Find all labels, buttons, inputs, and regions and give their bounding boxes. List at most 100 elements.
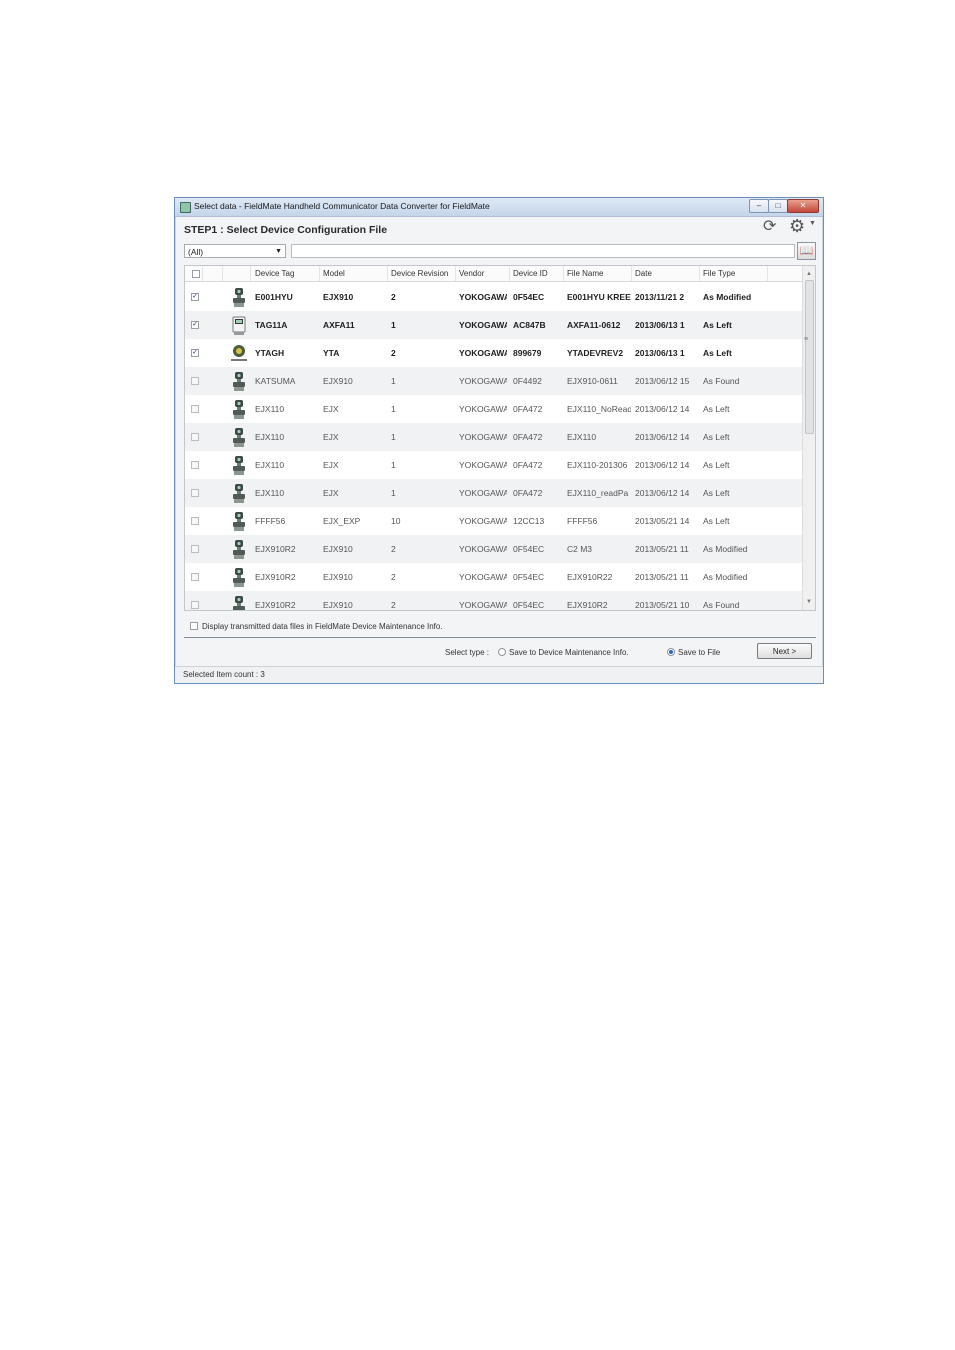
row-checkbox[interactable] [191, 573, 199, 581]
cell-rev: 2 [391, 292, 396, 302]
table-row[interactable]: FFFF56 EJX_EXP 10 YOKOGAWA 12CC13 FFFF56 2013/… [185, 507, 804, 535]
display-transmitted-checkbox[interactable] [190, 621, 198, 630]
transmitter-icon [231, 399, 247, 420]
row-checkbox[interactable] [191, 461, 199, 469]
cell-vendor: YOKOGAWA [459, 488, 507, 498]
cell-vendor: YOKOGAWA [459, 376, 507, 386]
selected-item-count: Selected Item count : 3 [183, 670, 265, 679]
row-checkbox[interactable] [191, 517, 199, 525]
cell-tag: EJX110 [255, 488, 285, 498]
cell-tag: KATSUMA [255, 376, 296, 386]
scroll-thumb[interactable] [805, 280, 814, 434]
chevron-down-icon[interactable]: ▼ [809, 220, 816, 227]
table-row[interactable]: EJX110 EJX 1 YOKOGAWA 0FA472 EJX110_readPa 201… [185, 479, 804, 507]
col-vendor[interactable]: Vendor [456, 266, 510, 281]
table-row[interactable]: EJX110 EJX 1 YOKOGAWA 0FA472 EJX110_NoRead 201… [185, 395, 804, 423]
row-checkbox[interactable] [191, 377, 199, 385]
table-row[interactable]: EJX110 EJX 1 YOKOGAWA 0FA472 EJX110 2013/06/12… [185, 423, 804, 451]
cell-date: 2013/05/21 10 [635, 600, 690, 610]
minimize-button[interactable]: – [749, 199, 769, 213]
cell-tag: EJX910R2 [255, 572, 296, 582]
cell-model: EJX [323, 460, 339, 470]
close-button[interactable]: ✕ [787, 199, 819, 213]
row-checkbox[interactable] [191, 545, 199, 553]
refresh-icon[interactable]: ⟳ [763, 219, 776, 235]
row-checkbox[interactable]: ✓ [191, 321, 199, 329]
header-icon-col [223, 266, 251, 281]
radio-save-maintenance[interactable] [498, 648, 506, 656]
row-checkbox[interactable] [191, 405, 199, 413]
cell-file: EJX110-201306 [567, 460, 628, 470]
cell-date: 2013/06/12 14 [635, 404, 690, 414]
temperature-icon [231, 343, 247, 364]
cell-date: 2013/11/21 2 [635, 292, 685, 302]
col-date[interactable]: Date [632, 266, 700, 281]
row-checkbox[interactable]: ✓ [191, 293, 199, 301]
cell-rev: 1 [391, 460, 396, 470]
col-file-name[interactable]: File Name [564, 266, 632, 281]
cell-file: EJX110 [567, 432, 597, 442]
radio-save-maintenance-label[interactable]: Save to Device Maintenance Info. [509, 648, 629, 657]
search-input[interactable] [291, 244, 795, 258]
cell-file: YTADEVREV2 [567, 348, 624, 358]
table-row[interactable]: EJX910R2 EJX910 2 YOKOGAWA 0F54EC EJX910R22 20… [185, 563, 804, 591]
table-row[interactable]: ✓ YTAGH YTA 2 YOKOGAWA 899679 YTADEVREV2 2013/0… [185, 339, 804, 367]
cell-vendor: YOKOGAWA [459, 460, 507, 470]
row-checkbox[interactable] [191, 601, 199, 609]
cell-model: EJX910 [323, 600, 353, 610]
table-row[interactable]: EJX910R2 EJX910 2 YOKOGAWA 0F54EC C2 M3 2013/0… [185, 535, 804, 563]
cell-tag: EJX910R2 [255, 544, 296, 554]
cell-id: 12CC13 [513, 516, 545, 526]
col-device-id[interactable]: Device ID [510, 266, 564, 281]
select-all-checkbox[interactable] [192, 270, 200, 278]
row-checkbox[interactable]: ✓ [191, 349, 199, 357]
filter-dropdown[interactable]: (All) ▼ [184, 244, 286, 258]
table-row[interactable]: ✓ TAG11A AXFA11 1 YOKOGAWA AC847B AXFA11-0612 2… [185, 311, 804, 339]
transmitter-icon [231, 539, 247, 560]
gear-icon[interactable]: ⚙ [789, 217, 805, 235]
cell-date: 2013/05/21 11 [635, 572, 689, 582]
display-transmitted-option[interactable]: Display transmitted data files in FieldM… [190, 621, 443, 631]
cell-model: YTA [323, 348, 340, 358]
cell-tag: YTAGH [255, 348, 285, 358]
table-row[interactable]: EJX910R2 EJX910 2 YOKOGAWA 0F54EC EJX910R2 201… [185, 591, 804, 610]
divider [184, 637, 816, 638]
cell-type: As Found [703, 376, 740, 386]
table-row[interactable]: KATSUMA EJX910 1 YOKOGAWA 0F4492 EJX910-0611 2… [185, 367, 804, 395]
cell-id: 0FA472 [513, 460, 543, 470]
next-button[interactable]: Next > [757, 643, 812, 659]
col-device-revision[interactable]: Device Revision [388, 266, 456, 281]
radio-save-file[interactable] [667, 648, 675, 656]
cell-model: EJX910 [323, 572, 353, 582]
cell-rev: 1 [391, 404, 396, 414]
cell-tag: EJX910R2 [255, 600, 296, 610]
filter-selected: (All) [188, 247, 204, 257]
cell-vendor: YOKOGAWA [459, 348, 507, 358]
cell-vendor: YOKOGAWA [459, 320, 507, 330]
row-checkbox[interactable] [191, 433, 199, 441]
scroll-down-arrow[interactable]: ▼ [803, 596, 815, 608]
cell-model: AXFA11 [323, 320, 355, 330]
cell-rev: 2 [391, 348, 396, 358]
row-checkbox[interactable] [191, 489, 199, 497]
cell-id: AC847B [513, 320, 546, 330]
transmitter-icon [231, 427, 247, 448]
table-row[interactable]: ✓ E001HYU EJX910 2 YOKOGAWA 0F54EC E001HYU KRE… [185, 283, 804, 311]
cell-vendor: YOKOGAWA [459, 404, 507, 414]
col-model[interactable]: Model [320, 266, 388, 281]
radio-save-file-label[interactable]: Save to File [678, 648, 720, 657]
scroll-up-arrow[interactable]: ▲ [803, 268, 815, 280]
transmitter-icon [231, 455, 247, 476]
col-file-type[interactable]: File Type [700, 266, 768, 281]
vertical-scrollbar[interactable]: ▲ ≡ ▼ [802, 266, 815, 610]
app-icon [180, 202, 191, 213]
book-icon[interactable]: 📖 [797, 242, 816, 260]
transmitter-icon [231, 567, 247, 588]
table-row[interactable]: EJX110 EJX 1 YOKOGAWA 0FA472 EJX110-201306 201… [185, 451, 804, 479]
maximize-button[interactable]: □ [768, 199, 788, 213]
cell-file: AXFA11-0612 [567, 320, 621, 330]
cell-model: EJX [323, 432, 339, 442]
col-device-tag[interactable]: Device Tag [252, 266, 320, 281]
cell-type: As Modified [703, 572, 748, 582]
cell-file: EJX910R22 [567, 572, 613, 582]
